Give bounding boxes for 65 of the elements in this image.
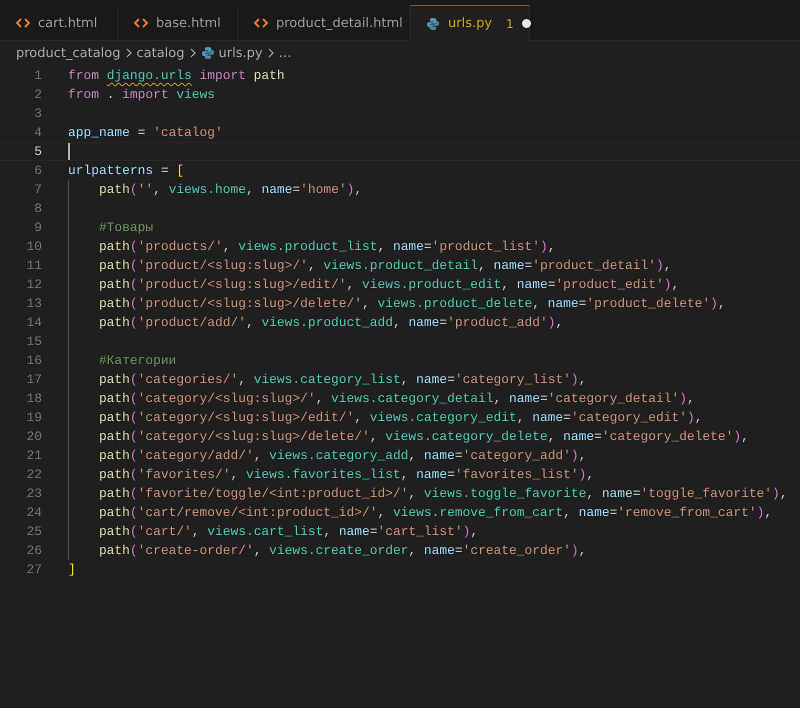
code-line: path('category/<slug:slug>/', views.category_detail, name='category_detail'), — [98, 391, 695, 406]
line-number: 5 — [33, 144, 42, 159]
line-number: 8 — [33, 201, 42, 216]
line-number: 1 — [33, 68, 42, 83]
line-number: 20 — [26, 429, 42, 444]
code-line: path('products/', views.product_list, name='product_list'), — [98, 239, 556, 254]
line-number: 14 — [26, 315, 42, 330]
code-brackets-icon — [16, 17, 30, 29]
breadcrumb-item[interactable]: urls.py — [218, 46, 263, 60]
line-number: 2 — [33, 87, 42, 102]
line-number: 23 — [26, 486, 42, 501]
code-line: ] — [68, 562, 76, 577]
line-number: 18 — [26, 391, 42, 406]
code-line: from django.urls import path — [68, 68, 285, 83]
code-line: path('category/<slug:slug>/edit/', views.category_edit, name='category_edit'), — [98, 410, 702, 425]
line-number: 11 — [26, 258, 42, 273]
chevron-icon — [266, 48, 275, 58]
code-line: path('product/add/', views.product_add, name='product_add'), — [98, 315, 564, 330]
code-line: #Товары — [98, 220, 154, 235]
line-number: 12 — [26, 277, 42, 292]
line-number: 9 — [33, 220, 42, 235]
line-number: 22 — [26, 467, 42, 482]
code-brackets-icon — [134, 17, 148, 29]
problem-count: 1 — [506, 16, 514, 30]
chevron-icon — [188, 48, 196, 58]
line-number: 25 — [26, 524, 42, 539]
code-line: path('', views.home, name='home'), — [98, 182, 362, 197]
code-brackets-icon — [254, 17, 268, 29]
line-number: 3 — [33, 106, 42, 121]
line-number: 10 — [26, 239, 42, 254]
code-line: path('product/<slug:slug>/delete/', views.product_delete, name='product_delete'), — [98, 296, 726, 311]
line-number: 19 — [26, 410, 42, 425]
breadcrumb-item[interactable]: catalog — [136, 46, 184, 60]
line-number: 15 — [26, 334, 42, 349]
chevron-icon — [124, 48, 132, 58]
line-number: 6 — [33, 163, 42, 178]
code-line: path('category/<slug:slug>/delete/', views.category_delete, name='category_delete'), — [98, 429, 749, 444]
code-line: path('create-order/', views.create_order, name='create_order'), — [98, 543, 586, 558]
line-number: 24 — [26, 505, 42, 520]
code-line: path('favorite/toggle/<int:product_id>/', views.toggle_favorite, name='toggle_favorite'), — [98, 486, 788, 501]
line-number: 17 — [26, 372, 42, 387]
line-number: 21 — [26, 448, 42, 463]
line-number: 16 — [26, 353, 42, 368]
python-icon — [200, 46, 214, 60]
editor-tab[interactable]: urls.py 1 — [410, 5, 530, 41]
code-line: app_name = 'catalog' — [68, 125, 223, 140]
line-number: 7 — [33, 182, 42, 197]
breadcrumb-item[interactable]: … — [278, 46, 292, 60]
line-number: 27 — [26, 562, 42, 577]
code-line: path('favorites/', views.favorites_list, name='favorites_list'), — [98, 467, 594, 482]
code-line: from . import views — [68, 87, 216, 102]
line-number: 13 — [26, 296, 42, 311]
line-number: 4 — [33, 125, 42, 140]
text-cursor — [68, 143, 70, 160]
code-line: #Категории — [98, 353, 176, 368]
code-line: path('cart/', views.cart_list, name='cart_list'), — [98, 524, 478, 539]
breadcrumb-item[interactable]: product_catalog — [16, 46, 120, 60]
line-number: 26 — [26, 543, 42, 558]
code-line: path('category/add/', views.category_add, name='category_add'), — [98, 448, 586, 463]
code-line: path('cart/remove/<int:product_id>/', views.remove_from_cart, name='remove_from_cart'), — [98, 505, 772, 520]
code-line: urlpatterns = [ — [68, 163, 184, 178]
python-icon — [426, 16, 440, 30]
code-line: path('product/<slug:slug>/edit/', views.product_edit, name='product_edit'), — [98, 277, 680, 292]
code-line: path('product/<slug:slug>/', views.product_detail, name='product_detail'), — [98, 258, 672, 273]
code-line: path('categories/', views.category_list, name='category_list'), — [98, 372, 586, 387]
